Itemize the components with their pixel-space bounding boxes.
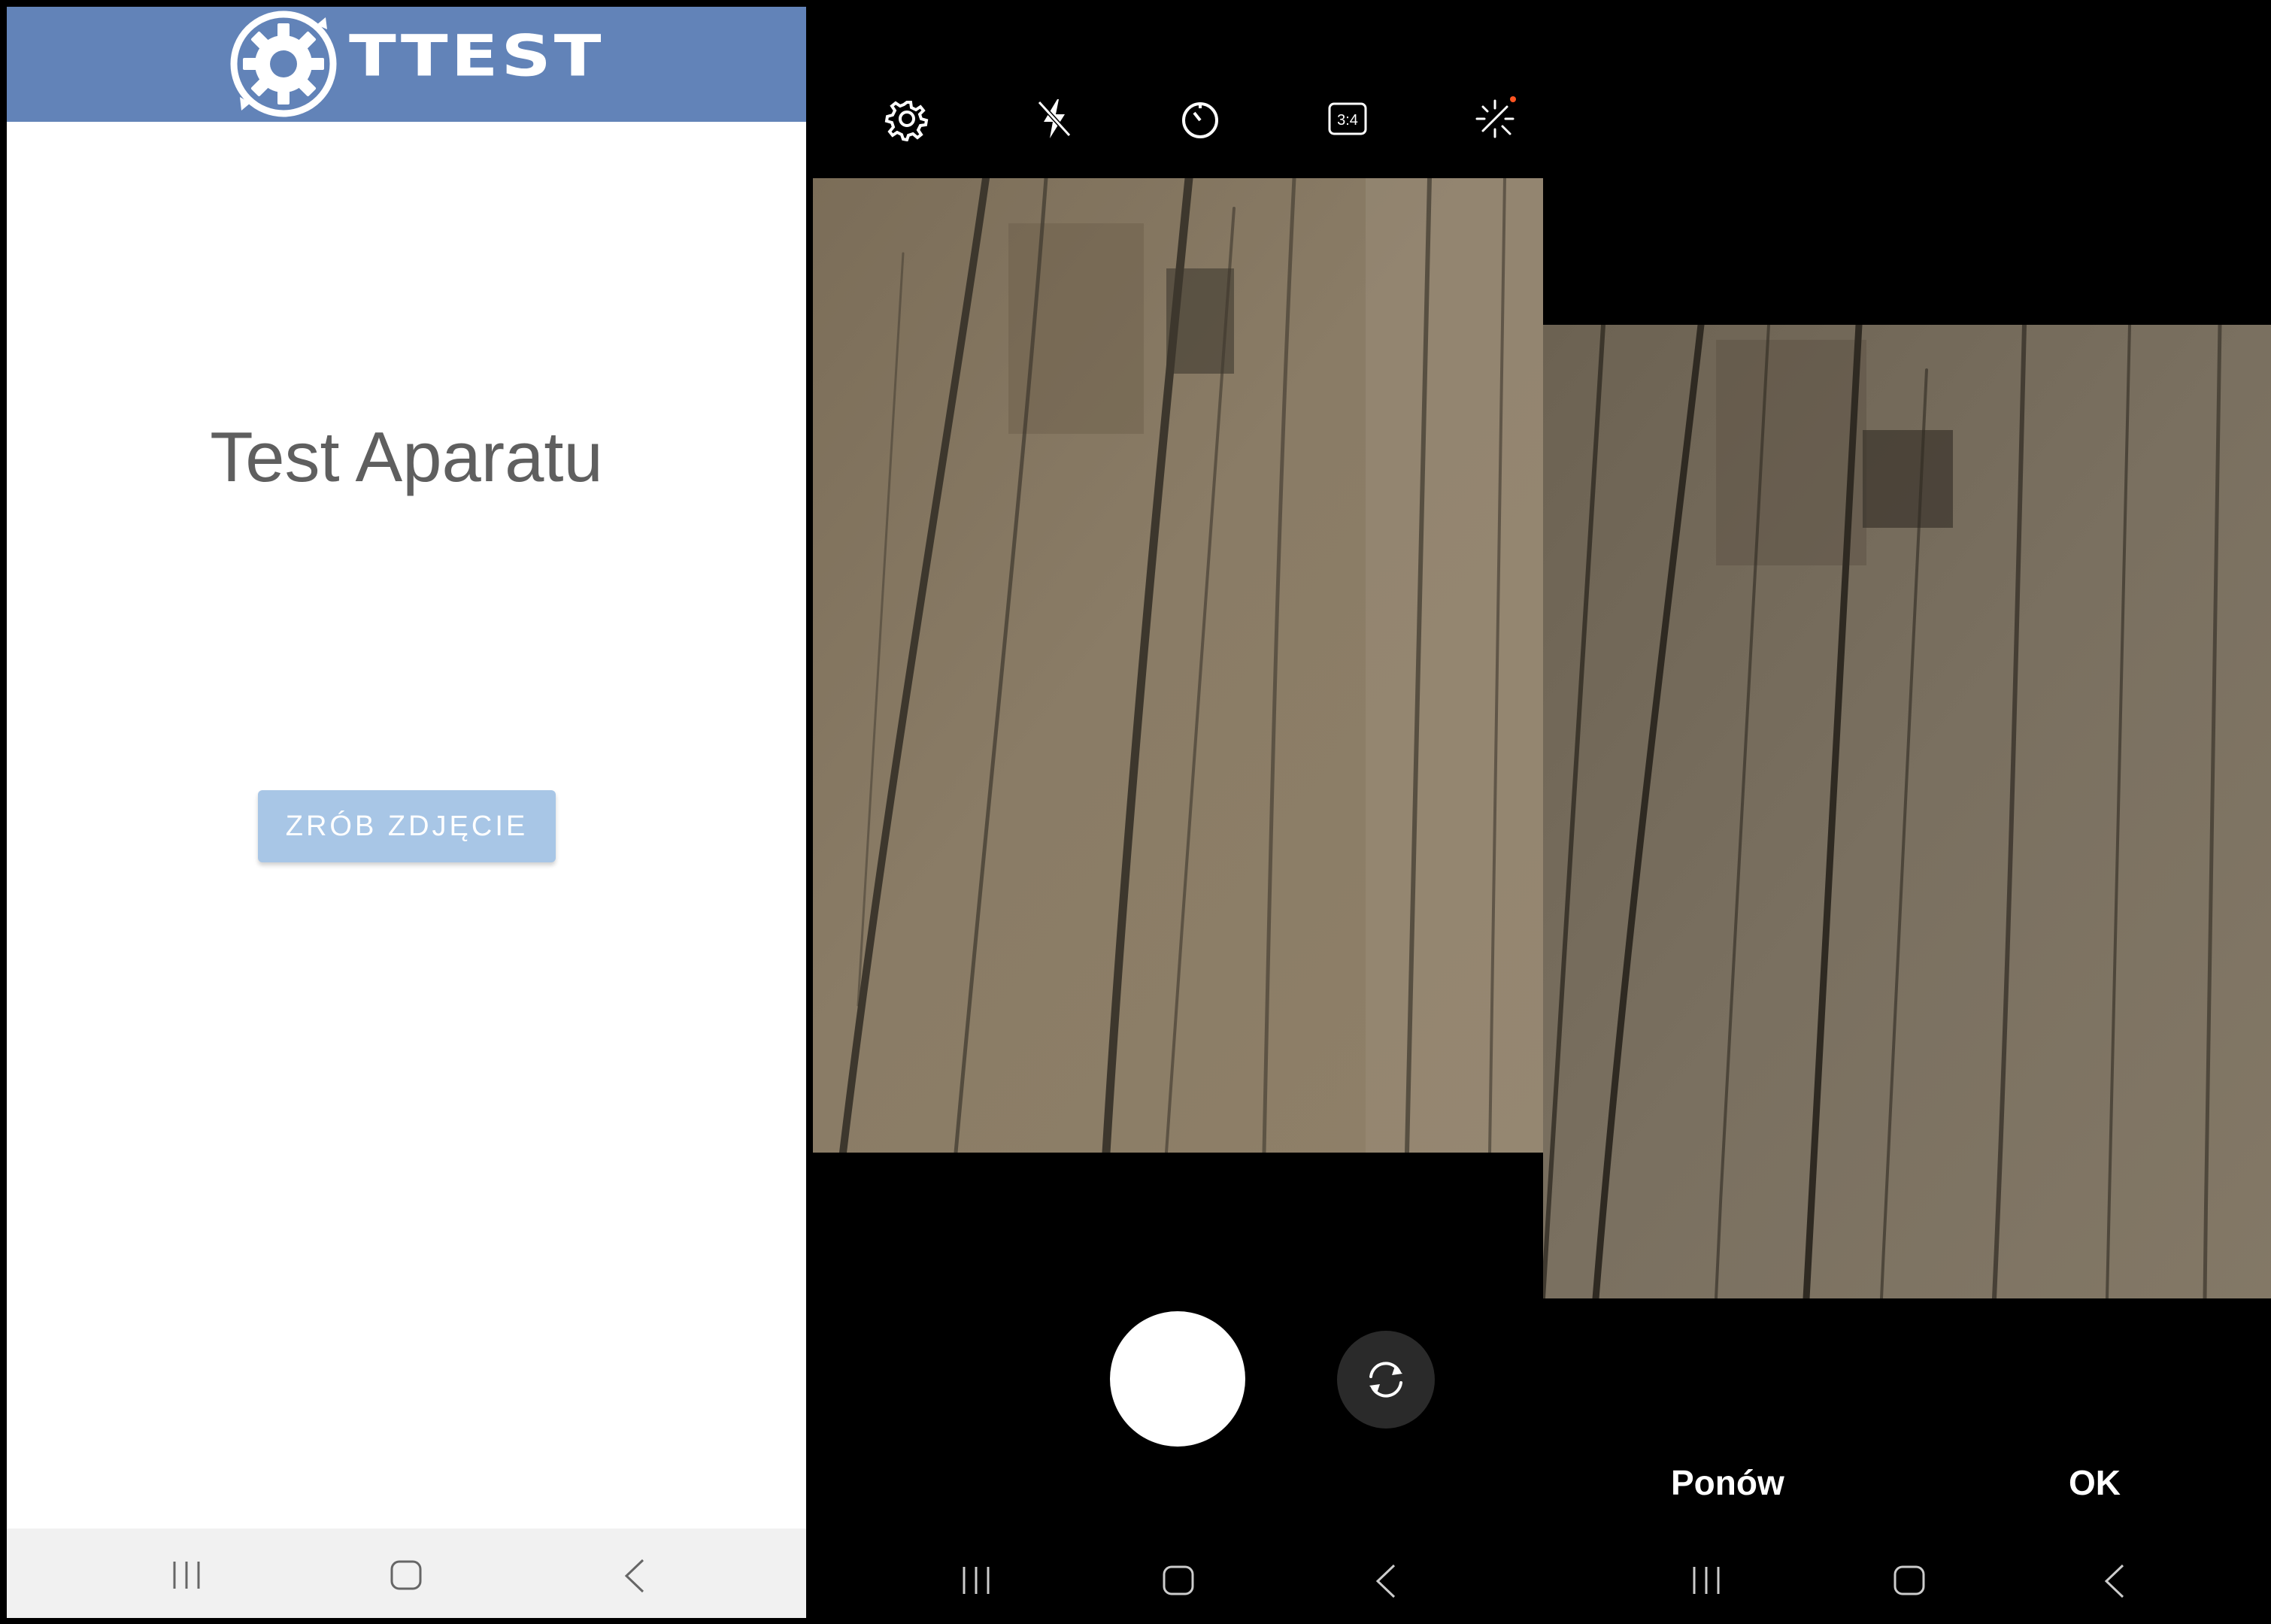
logo-text: TTEST — [349, 23, 605, 89]
gear-logo-icon — [230, 11, 337, 117]
recent-apps-icon[interactable] — [960, 1567, 993, 1594]
take-photo-button[interactable]: ZRÓB ZDJĘCIE — [258, 790, 556, 862]
home-icon[interactable] — [390, 1560, 422, 1590]
photo-review-screen: Ponów OK — [1543, 0, 2271, 1624]
page-title: Test Aparatu — [210, 417, 603, 496]
back-icon[interactable] — [623, 1559, 646, 1593]
back-icon[interactable] — [2103, 1564, 2126, 1598]
ok-button[interactable]: OK — [2069, 1462, 2121, 1503]
filters-icon[interactable] — [1472, 96, 1518, 141]
recent-apps-icon[interactable] — [1690, 1567, 1723, 1594]
shutter-button[interactable] — [1110, 1311, 1245, 1447]
app-header: TTEST — [7, 7, 806, 122]
aspect-ratio-icon[interactable]: 3:4 — [1325, 96, 1370, 141]
camera-viewfinder[interactable]: .5 1× 2 — [813, 178, 1543, 1153]
retake-button[interactable]: Ponów — [1671, 1462, 1784, 1503]
navigation-bar — [7, 1529, 806, 1618]
recent-apps-icon[interactable] — [170, 1562, 203, 1589]
app-screen: TTEST Test Aparatu ZRÓB ZDJĘCIE — [0, 0, 809, 1624]
ttest-logo: TTEST — [225, 7, 601, 122]
app-content: TTEST Test Aparatu ZRÓB ZDJĘCIE — [7, 7, 806, 1618]
back-icon[interactable] — [1375, 1564, 1397, 1598]
wood-texture-preview — [813, 178, 1543, 1153]
wood-texture-photo — [1543, 325, 2271, 1298]
home-icon[interactable] — [1163, 1565, 1194, 1595]
switch-camera-button[interactable] — [1337, 1331, 1435, 1429]
captured-photo — [1543, 325, 2271, 1298]
settings-icon[interactable] — [884, 96, 929, 141]
home-icon[interactable] — [1894, 1565, 1925, 1595]
timer-icon[interactable] — [1178, 96, 1223, 141]
camera-screen: 3:4 — [809, 0, 1543, 1624]
svg-text:3:4: 3:4 — [1337, 112, 1358, 129]
switch-camera-icon — [1369, 1362, 1402, 1398]
flash-auto-icon[interactable] — [1032, 96, 1077, 141]
